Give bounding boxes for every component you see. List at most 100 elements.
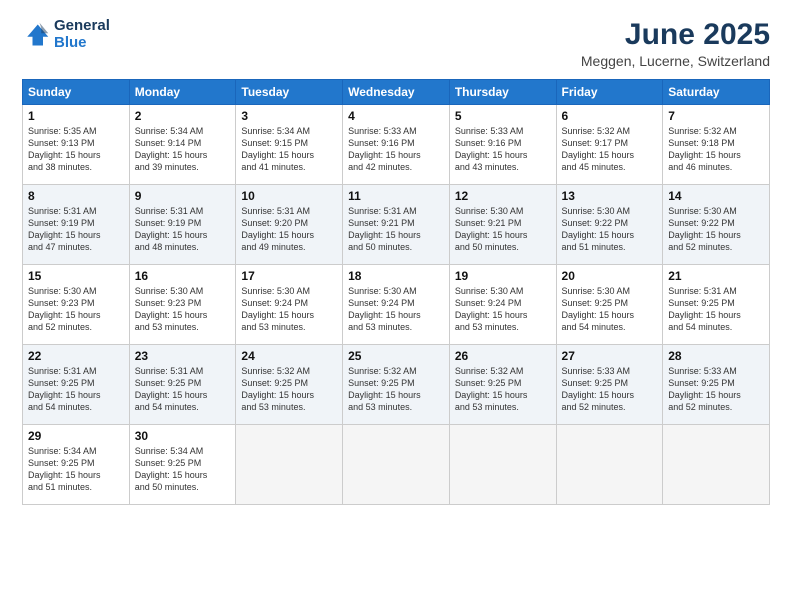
day-info: Sunrise: 5:30 AM Sunset: 9:25 PM Dayligh…	[562, 285, 658, 334]
day-info: Sunrise: 5:30 AM Sunset: 9:24 PM Dayligh…	[348, 285, 444, 334]
day-info: Sunrise: 5:31 AM Sunset: 9:19 PM Dayligh…	[135, 205, 231, 254]
day-number: 30	[135, 429, 231, 443]
col-sunday: Sunday	[23, 80, 130, 105]
month-title: June 2025	[581, 18, 770, 51]
table-row: 3 Sunrise: 5:34 AM Sunset: 9:15 PM Daylig…	[236, 105, 343, 185]
table-row: 9 Sunrise: 5:31 AM Sunset: 9:19 PM Daylig…	[129, 185, 236, 265]
day-number: 26	[455, 349, 551, 363]
col-thursday: Thursday	[449, 80, 556, 105]
table-row: 23Sunrise: 5:31 AM Sunset: 9:25 PM Dayli…	[129, 345, 236, 425]
day-number: 27	[562, 349, 658, 363]
day-info: Sunrise: 5:30 AM Sunset: 9:24 PM Dayligh…	[241, 285, 337, 334]
title-area: June 2025 Meggen, Lucerne, Switzerland	[581, 18, 770, 69]
calendar-row: 8Sunrise: 5:31 AM Sunset: 9:19 PM Daylig…	[23, 185, 770, 265]
day-info: Sunrise: 5:30 AM Sunset: 9:23 PM Dayligh…	[135, 285, 231, 334]
table-row	[663, 425, 770, 505]
logo-icon	[22, 21, 50, 49]
day-info: Sunrise: 5:32 AM Sunset: 9:25 PM Dayligh…	[455, 365, 551, 414]
day-info: Sunrise: 5:32 AM Sunset: 9:25 PM Dayligh…	[348, 365, 444, 414]
table-row	[556, 425, 663, 505]
day-number: 25	[348, 349, 444, 363]
table-row: 28 Sunrise: 5:33 AM Sunset: 9:25 PM Dayli…	[663, 345, 770, 425]
day-info: Sunrise: 5:31 AM Sunset: 9:21 PM Dayligh…	[348, 205, 444, 254]
calendar-row: 29 Sunrise: 5:34 AM Sunset: 9:25 PM Dayli…	[23, 425, 770, 505]
day-number: 28	[668, 349, 764, 363]
calendar-row: 15Sunrise: 5:30 AM Sunset: 9:23 PM Dayli…	[23, 265, 770, 345]
calendar-row: 22 Sunrise: 5:31 AM Sunset: 9:25 PM Dayli…	[23, 345, 770, 425]
table-row: 14 Sunrise: 5:30 AM Sunset: 9:22 PM Dayli…	[663, 185, 770, 265]
table-row: 20 Sunrise: 5:30 AM Sunset: 9:25 PM Dayli…	[556, 265, 663, 345]
table-row: 22 Sunrise: 5:31 AM Sunset: 9:25 PM Dayli…	[23, 345, 130, 425]
day-info: Sunrise: 5:35 AM Sunset: 9:13 PM Dayligh…	[28, 125, 124, 174]
col-friday: Friday	[556, 80, 663, 105]
table-row: 11 Sunrise: 5:31 AM Sunset: 9:21 PM Dayli…	[343, 185, 450, 265]
day-info: Sunrise: 5:30 AM Sunset: 9:24 PM Dayligh…	[455, 285, 551, 334]
day-number: 14	[668, 189, 764, 203]
table-row: 29 Sunrise: 5:34 AM Sunset: 9:25 PM Dayli…	[23, 425, 130, 505]
day-number: 11	[348, 189, 444, 203]
day-number: 23	[135, 349, 231, 363]
day-info: Sunrise: 5:30 AM Sunset: 9:21 PM Dayligh…	[455, 205, 551, 254]
day-number: 5	[455, 109, 551, 123]
logo-text: General Blue	[54, 18, 110, 51]
table-row: 27 Sunrise: 5:33 AM Sunset: 9:25 PM Dayli…	[556, 345, 663, 425]
day-number: 7	[668, 109, 764, 123]
day-info: Sunrise: 5:34 AM Sunset: 9:14 PM Dayligh…	[135, 125, 231, 174]
calendar-row: 1Sunrise: 5:35 AM Sunset: 9:13 PM Daylig…	[23, 105, 770, 185]
table-row: 6 Sunrise: 5:32 AM Sunset: 9:17 PM Daylig…	[556, 105, 663, 185]
day-number: 18	[348, 269, 444, 283]
table-row: 7 Sunrise: 5:32 AM Sunset: 9:18 PM Daylig…	[663, 105, 770, 185]
table-row: 25 Sunrise: 5:32 AM Sunset: 9:25 PM Dayli…	[343, 345, 450, 425]
day-number: 4	[348, 109, 444, 123]
header-row: Sunday Monday Tuesday Wednesday Thursday…	[23, 80, 770, 105]
day-number: 20	[562, 269, 658, 283]
day-number: 12	[455, 189, 551, 203]
table-row: 21 Sunrise: 5:31 AM Sunset: 9:25 PM Dayli…	[663, 265, 770, 345]
table-row: 4 Sunrise: 5:33 AM Sunset: 9:16 PM Daylig…	[343, 105, 450, 185]
day-number: 24	[241, 349, 337, 363]
logo: General Blue	[22, 18, 110, 51]
day-info: Sunrise: 5:32 AM Sunset: 9:25 PM Dayligh…	[241, 365, 337, 414]
col-wednesday: Wednesday	[343, 80, 450, 105]
table-row	[343, 425, 450, 505]
table-row: 13 Sunrise: 5:30 AM Sunset: 9:22 PM Dayli…	[556, 185, 663, 265]
day-number: 21	[668, 269, 764, 283]
table-row: 18 Sunrise: 5:30 AM Sunset: 9:24 PM Dayli…	[343, 265, 450, 345]
day-info: Sunrise: 5:31 AM Sunset: 9:25 PM Dayligh…	[668, 285, 764, 334]
day-number: 16	[135, 269, 231, 283]
day-number: 22	[28, 349, 124, 363]
day-info: Sunrise: 5:32 AM Sunset: 9:17 PM Dayligh…	[562, 125, 658, 174]
day-number: 29	[28, 429, 124, 443]
day-info: Sunrise: 5:33 AM Sunset: 9:25 PM Dayligh…	[562, 365, 658, 414]
table-row: 24 Sunrise: 5:32 AM Sunset: 9:25 PM Dayli…	[236, 345, 343, 425]
day-info: Sunrise: 5:31 AM Sunset: 9:25 PM Dayligh…	[28, 365, 124, 414]
table-row: 17 Sunrise: 5:30 AM Sunset: 9:24 PM Dayli…	[236, 265, 343, 345]
day-number: 2	[135, 109, 231, 123]
day-number: 3	[241, 109, 337, 123]
day-info: Sunrise: 5:31 AM Sunset: 9:19 PM Dayligh…	[28, 205, 124, 254]
day-info: Sunrise: 5:30 AM Sunset: 9:23 PM Dayligh…	[28, 285, 124, 334]
table-row: 1Sunrise: 5:35 AM Sunset: 9:13 PM Daylig…	[23, 105, 130, 185]
day-info: Sunrise: 5:30 AM Sunset: 9:22 PM Dayligh…	[668, 205, 764, 254]
table-row: 30 Sunrise: 5:34 AM Sunset: 9:25 PM Dayli…	[129, 425, 236, 505]
day-info: Sunrise: 5:32 AM Sunset: 9:18 PM Dayligh…	[668, 125, 764, 174]
day-info: Sunrise: 5:33 AM Sunset: 9:16 PM Dayligh…	[455, 125, 551, 174]
day-info: Sunrise: 5:34 AM Sunset: 9:15 PM Dayligh…	[241, 125, 337, 174]
day-info: Sunrise: 5:34 AM Sunset: 9:25 PM Dayligh…	[135, 445, 231, 494]
day-number: 19	[455, 269, 551, 283]
day-info: Sunrise: 5:30 AM Sunset: 9:22 PM Dayligh…	[562, 205, 658, 254]
table-row: 16 Sunrise: 5:30 AM Sunset: 9:23 PM Dayli…	[129, 265, 236, 345]
day-number: 17	[241, 269, 337, 283]
table-row: 10Sunrise: 5:31 AM Sunset: 9:20 PM Dayli…	[236, 185, 343, 265]
table-row: 26 Sunrise: 5:32 AM Sunset: 9:25 PM Dayli…	[449, 345, 556, 425]
day-info: Sunrise: 5:31 AM Sunset: 9:20 PM Dayligh…	[241, 205, 337, 254]
day-info: Sunrise: 5:33 AM Sunset: 9:16 PM Dayligh…	[348, 125, 444, 174]
day-number: 6	[562, 109, 658, 123]
day-number: 13	[562, 189, 658, 203]
day-number: 9	[135, 189, 231, 203]
calendar-table: Sunday Monday Tuesday Wednesday Thursday…	[22, 79, 770, 505]
table-row: 12 Sunrise: 5:30 AM Sunset: 9:21 PM Dayli…	[449, 185, 556, 265]
day-info: Sunrise: 5:33 AM Sunset: 9:25 PM Dayligh…	[668, 365, 764, 414]
table-row: 19 Sunrise: 5:30 AM Sunset: 9:24 PM Dayli…	[449, 265, 556, 345]
day-info: Sunrise: 5:34 AM Sunset: 9:25 PM Dayligh…	[28, 445, 124, 494]
